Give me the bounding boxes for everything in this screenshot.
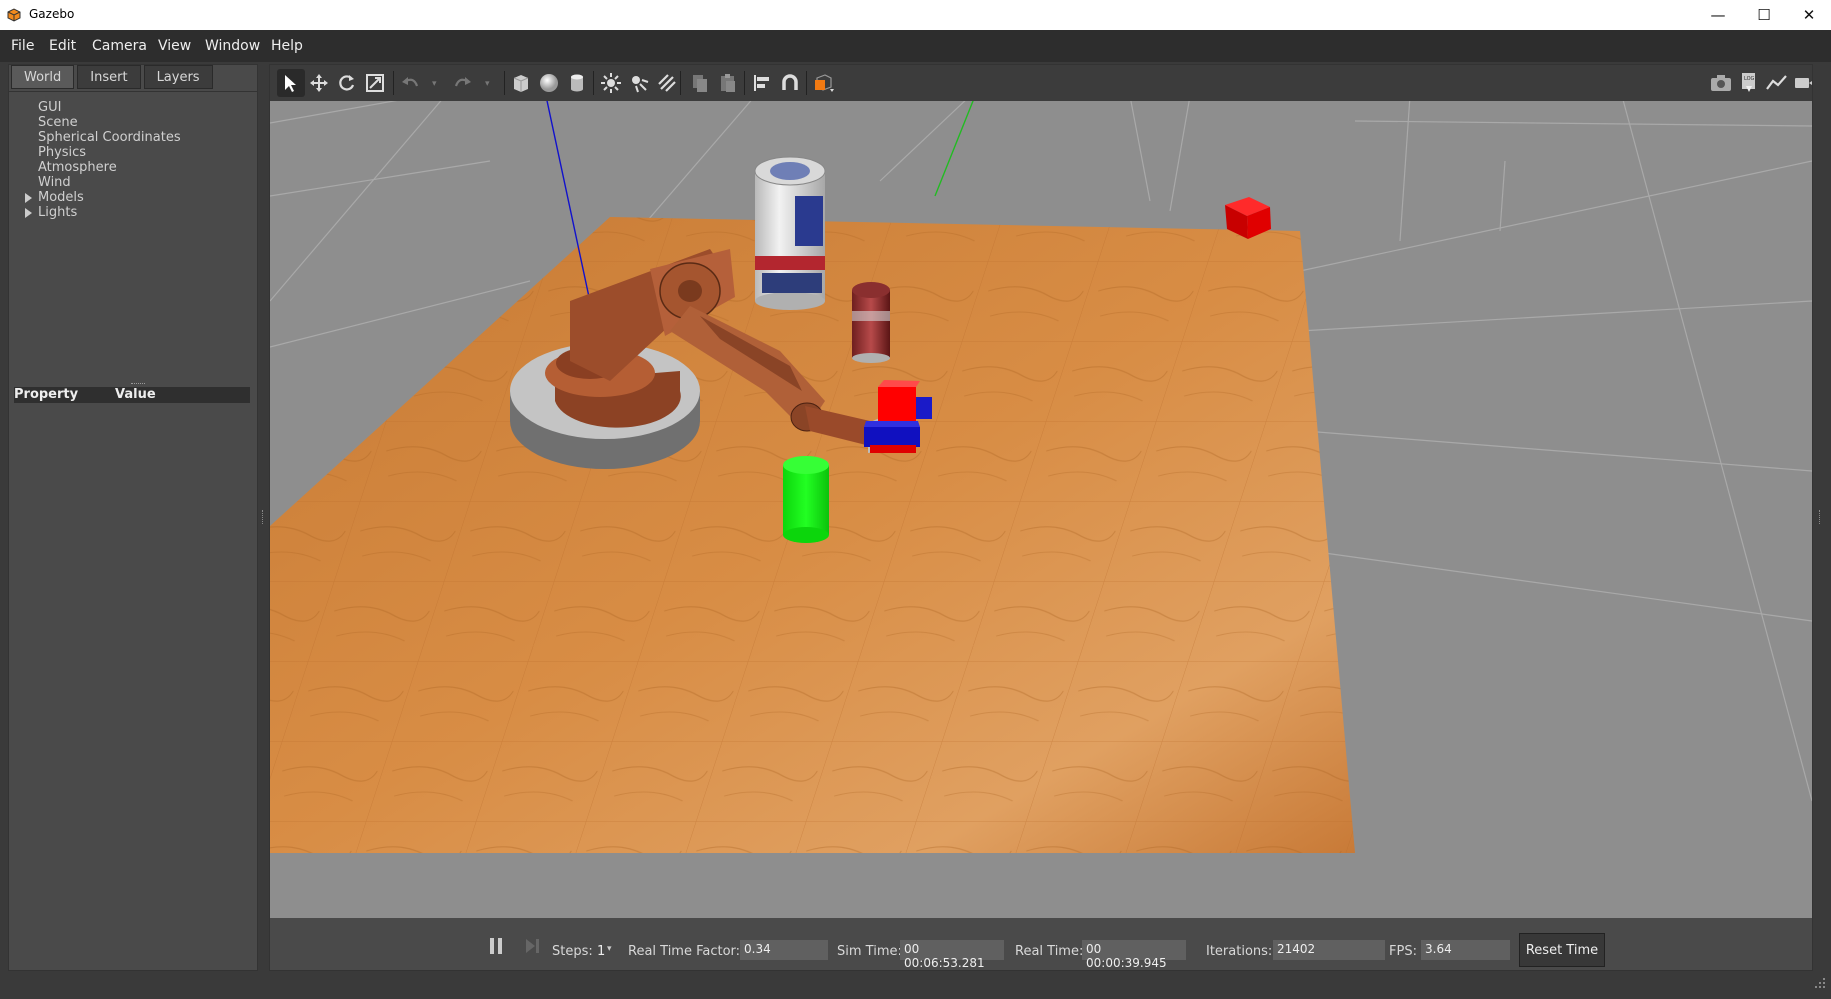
fps-label: FPS:	[1389, 944, 1417, 959]
scene-canvas[interactable]	[270, 101, 1812, 918]
steps-dropdown-icon[interactable]: ▾	[607, 944, 612, 954]
select-arrow-icon[interactable]	[277, 69, 305, 97]
tab-insert[interactable]: Insert	[77, 65, 141, 89]
real-time-label: Real Time:	[1015, 944, 1084, 959]
reset-time-button[interactable]: Reset Time	[1519, 933, 1605, 967]
tree-item-spherical-coordinates[interactable]: Spherical Coordinates	[38, 130, 181, 145]
tree-item-lights[interactable]: Lights	[38, 205, 77, 220]
maximize-button[interactable]: ☐	[1741, 0, 1787, 30]
coke-can-model[interactable]	[852, 282, 890, 363]
real-time-field: 00 00:00:39.945	[1082, 940, 1186, 970]
align-icon[interactable]	[748, 69, 776, 97]
box-icon[interactable]	[507, 69, 535, 97]
point-light-icon[interactable]	[597, 69, 625, 97]
translate-icon[interactable]	[305, 69, 333, 97]
menu-edit[interactable]: Edit	[49, 38, 76, 54]
step-forward-icon[interactable]	[524, 938, 540, 956]
resize-grip-icon[interactable]	[1812, 975, 1826, 989]
spot-light-icon[interactable]	[625, 69, 653, 97]
fps-field: 3.64	[1421, 940, 1510, 960]
minimize-button[interactable]: —	[1695, 0, 1741, 30]
menu-bar: File Edit Camera View Window Help	[0, 30, 1831, 62]
real-time-factor-label: Real Time Factor:	[628, 944, 741, 959]
gazebo-logo-icon	[7, 8, 21, 22]
splitter-handle[interactable]	[131, 383, 145, 386]
real-time-factor-field: 0.34	[740, 940, 828, 960]
redo-dropdown-icon[interactable]: ▾	[485, 79, 490, 89]
tree-item-atmosphere[interactable]: Atmosphere	[38, 160, 117, 175]
toolbar-separator	[393, 71, 394, 95]
tab-layers[interactable]: Layers	[143, 65, 213, 89]
tree-item-wind[interactable]: Wind	[38, 175, 71, 190]
sim-time-label: Sim Time:	[837, 944, 902, 959]
toolbar-separator	[593, 71, 594, 95]
undo-icon[interactable]	[396, 69, 424, 97]
beer-can-model[interactable]	[754, 156, 826, 310]
steps-label: Steps:	[552, 944, 593, 959]
redo-icon[interactable]	[449, 69, 477, 97]
menu-window[interactable]: Window	[205, 38, 260, 54]
left-splitter-handle[interactable]	[262, 510, 265, 524]
value-column-header: Value	[115, 387, 156, 402]
tree-item-scene[interactable]: Scene	[38, 115, 78, 130]
tree-item-gui[interactable]: GUI	[38, 100, 61, 115]
iterations-label: Iterations:	[1206, 944, 1273, 959]
scale-icon[interactable]	[361, 69, 389, 97]
expand-models-icon[interactable]	[25, 193, 32, 203]
pause-icon[interactable]	[490, 938, 504, 956]
property-table-header: Property Value	[14, 387, 250, 403]
expand-lights-icon[interactable]	[25, 208, 32, 218]
panel-tabs: World Insert Layers	[11, 65, 216, 89]
world-tree: GUI Scene Spherical Coordinates Physics …	[9, 91, 257, 374]
directional-light-icon[interactable]	[653, 69, 681, 97]
svg-text:LOG: LOG	[1744, 76, 1755, 82]
view-angle-icon[interactable]	[810, 69, 838, 97]
title-bar: Gazebo — ☐ ✕	[0, 0, 1831, 30]
menu-camera[interactable]: Camera	[92, 38, 147, 54]
iterations-field: 21402	[1273, 940, 1385, 960]
world-panel: World Insert Layers GUI Scene Spherical …	[8, 64, 258, 971]
menu-view[interactable]: View	[158, 38, 191, 54]
log-icon[interactable]: LOG	[1735, 69, 1763, 97]
right-splitter-handle[interactable]	[1819, 510, 1822, 524]
green-cylinder-model[interactable]	[783, 456, 829, 543]
menu-help[interactable]: Help	[271, 38, 303, 54]
sphere-icon[interactable]	[535, 69, 563, 97]
tree-item-models[interactable]: Models	[38, 190, 84, 205]
cylinder-icon[interactable]	[563, 69, 591, 97]
close-window-button[interactable]: ✕	[1786, 0, 1831, 30]
tree-item-physics[interactable]: Physics	[38, 145, 86, 160]
toolbar-separator	[806, 71, 807, 95]
steps-value[interactable]: 1	[597, 944, 605, 959]
magnet-icon[interactable]	[776, 69, 804, 97]
undo-dropdown-icon[interactable]: ▾	[432, 79, 437, 89]
plot-icon[interactable]	[1763, 69, 1791, 97]
window-title: Gazebo	[29, 7, 75, 21]
property-column-header: Property	[14, 387, 79, 402]
simulation-status-bar: Steps: 1 ▾ Real Time Factor: 0.34 Sim Ti…	[270, 918, 1812, 970]
menu-file[interactable]: File	[11, 38, 34, 54]
screenshot-icon[interactable]	[1707, 69, 1735, 97]
toolbar: ▾ ▾ LOG	[270, 65, 1812, 101]
sim-time-field: 00 00:06:53.281	[900, 940, 1004, 970]
toolbar-separator	[744, 71, 745, 95]
toolbar-separator	[504, 71, 505, 95]
toolbar-separator	[680, 71, 681, 95]
3d-viewport: ▾ ▾ LOG Steps: 1 ▾ Real Time Factor: 0.3…	[269, 64, 1813, 971]
rotate-icon[interactable]	[333, 69, 361, 97]
tab-world[interactable]: World	[11, 65, 75, 89]
paste-icon[interactable]	[714, 69, 742, 97]
copy-icon[interactable]	[686, 69, 714, 97]
video-record-icon[interactable]	[1791, 69, 1812, 97]
